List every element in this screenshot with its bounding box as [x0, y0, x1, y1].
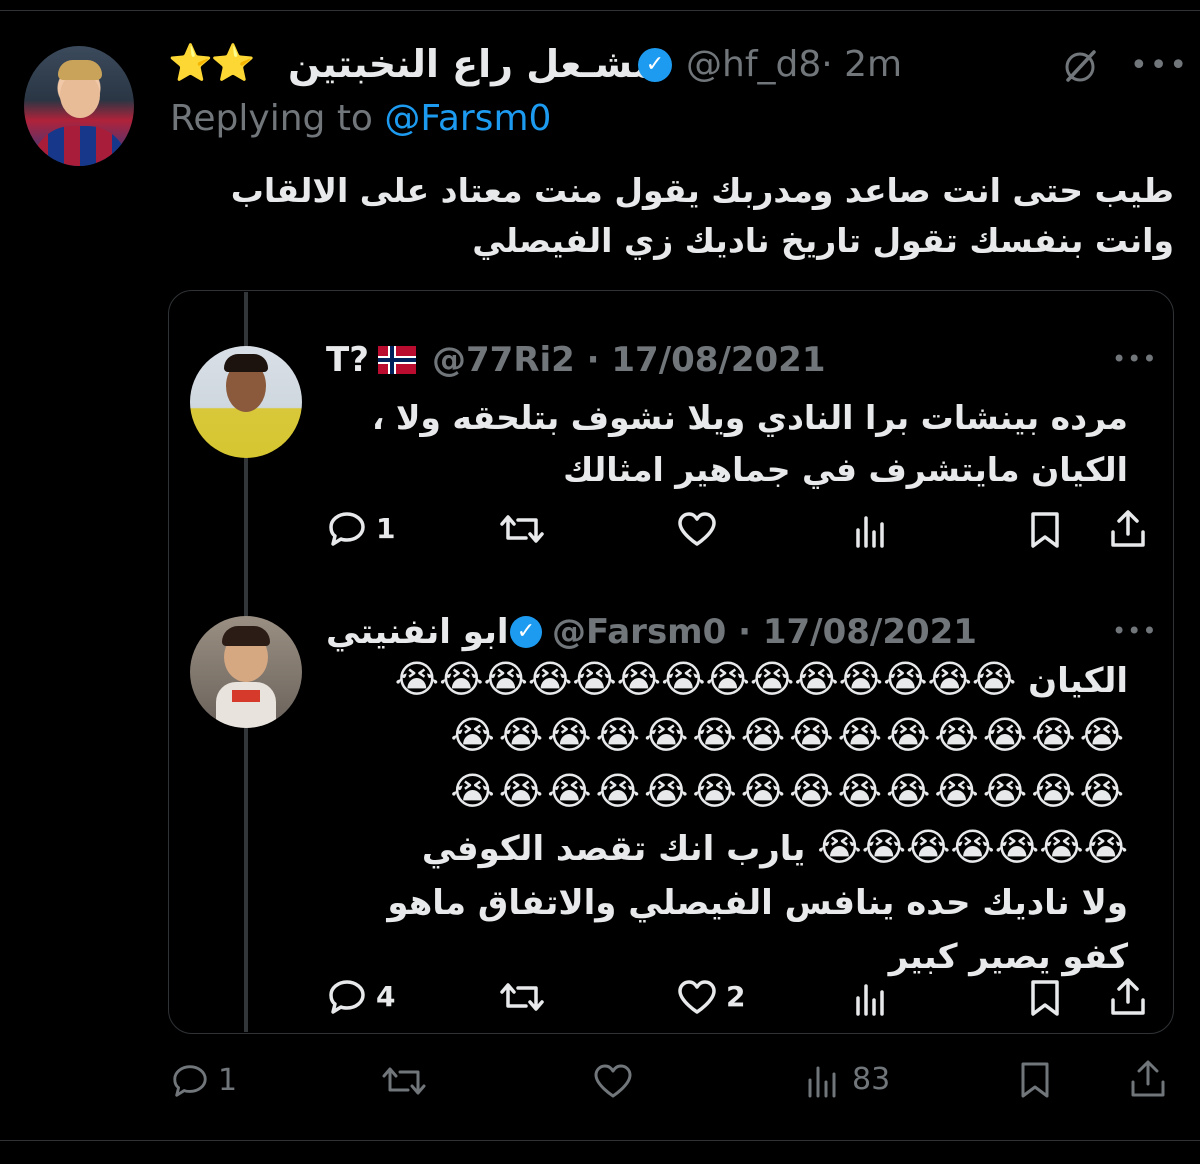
display-name-stars: ⭐⭐	[168, 43, 256, 84]
quoted-text-2-end-1: ولا ناديك حده ينافس الفيصلي والاتفاق ماه…	[387, 883, 1128, 923]
top-divider	[0, 10, 1200, 11]
like-button[interactable]: 2	[676, 978, 745, 1016]
verified-icon	[638, 48, 672, 82]
share-icon	[1111, 978, 1145, 1015]
crying-emoji-row: 😭😭😭😭😭😭😭😭😭😭😭😭😭😭	[450, 769, 1128, 813]
bookmark-icon	[1021, 1062, 1049, 1098]
quoted-text-1: مرده بينشات برا النادي ويلا نشوف بتلحقه …	[371, 398, 1128, 489]
bookmark-icon	[1031, 980, 1059, 1016]
more-icon[interactable]: •••	[1130, 51, 1189, 81]
views-icon	[856, 516, 884, 548]
views-icon	[856, 984, 884, 1016]
reply-icon	[329, 980, 365, 1014]
bottom-divider	[0, 1140, 1200, 1141]
norway-flag-icon	[378, 346, 416, 374]
quoted-text-2-start: الكيان	[1028, 661, 1128, 701]
views-button[interactable]	[852, 510, 892, 550]
share-button[interactable]	[1108, 508, 1148, 550]
grok-icon[interactable]	[1060, 46, 1100, 86]
retweet-button[interactable]	[498, 978, 546, 1016]
reply-count: 1	[376, 512, 396, 545]
retweet-icon	[500, 515, 544, 543]
like-button[interactable]	[592, 1062, 634, 1100]
quoted-display-name-1[interactable]: T?	[326, 340, 369, 380]
quoted-text-2-mid: يارب انك تقصد الكوفي	[421, 829, 806, 869]
replying-mention[interactable]: @Farsm0	[384, 98, 551, 139]
more-icon[interactable]: •••	[1112, 619, 1157, 643]
share-button[interactable]	[1108, 976, 1148, 1018]
views-button[interactable]	[852, 978, 892, 1018]
author-handle-time[interactable]: @hf_d8· 2m	[686, 44, 902, 86]
quoted-avatar-1[interactable]	[190, 346, 302, 458]
reply-icon	[173, 1065, 207, 1097]
crying-emoji-row: 😭😭😭😭😭😭😭😭😭😭😭😭😭😭	[450, 713, 1128, 757]
verified-icon	[510, 616, 542, 648]
bookmark-icon	[1031, 512, 1059, 548]
reply-count: 1	[218, 1063, 238, 1098]
bookmark-button[interactable]	[1016, 1060, 1054, 1100]
reply-icon	[329, 512, 365, 546]
quoted-handle-time-1[interactable]: @77Ri2 · 17/08/2021	[432, 340, 826, 380]
quoted-handle-time-2[interactable]: @Farsm0 · 17/08/2021	[552, 612, 977, 652]
author-handle[interactable]: @hf_d8	[686, 44, 821, 85]
crying-emoji-row: 😭😭😭😭😭😭😭	[817, 825, 1128, 869]
reply-button[interactable]: 1	[170, 1062, 237, 1100]
retweet-icon	[500, 983, 544, 1011]
like-icon	[594, 1064, 632, 1098]
share-button[interactable]	[1128, 1058, 1168, 1100]
replying-prefix: Replying to	[170, 98, 373, 139]
quoted-avatar-2[interactable]	[190, 616, 302, 728]
tweet-text: طيب حتى انت صاعد ومدربك يقول منت معتاد ع…	[230, 171, 1174, 260]
author-avatar[interactable]	[24, 46, 134, 166]
like-button[interactable]	[676, 510, 718, 548]
quoted-text-2-end-2: كفو يصير كبير	[888, 937, 1128, 977]
quoted-text-2: الكيان 😭😭😭😭😭😭😭😭😭😭😭😭😭😭 😭😭😭😭😭😭😭😭😭😭😭😭😭😭 😭😭😭…	[348, 652, 1128, 984]
reply-button[interactable]: 1	[326, 510, 395, 548]
retweet-button[interactable]	[498, 510, 546, 548]
share-icon	[1111, 510, 1145, 547]
crying-emoji-row: 😭😭😭😭😭😭😭😭😭😭😭😭😭😭	[394, 657, 1017, 701]
views-icon	[808, 1066, 836, 1098]
like-count: 2	[726, 980, 746, 1013]
reply-count: 4	[376, 980, 396, 1013]
like-icon	[678, 980, 716, 1014]
views-button[interactable]: 83	[804, 1060, 890, 1100]
bookmark-button[interactable]	[1026, 978, 1064, 1018]
retweet-icon	[382, 1067, 426, 1095]
bookmark-button[interactable]	[1026, 510, 1064, 550]
views-count: 83	[852, 1062, 891, 1097]
quoted-display-name-2[interactable]: ابو انفنيتي	[326, 612, 509, 652]
author-display-name[interactable]: مشـعل راع النخبتين	[288, 42, 657, 86]
more-icon[interactable]: •••	[1112, 347, 1157, 371]
tweet-time[interactable]: · 2m	[821, 44, 902, 85]
share-icon	[1131, 1060, 1165, 1097]
retweet-button[interactable]	[380, 1062, 428, 1100]
like-icon	[678, 512, 716, 546]
replying-to: Replying to @Farsm0	[170, 98, 551, 140]
reply-button[interactable]: 4	[326, 978, 395, 1016]
